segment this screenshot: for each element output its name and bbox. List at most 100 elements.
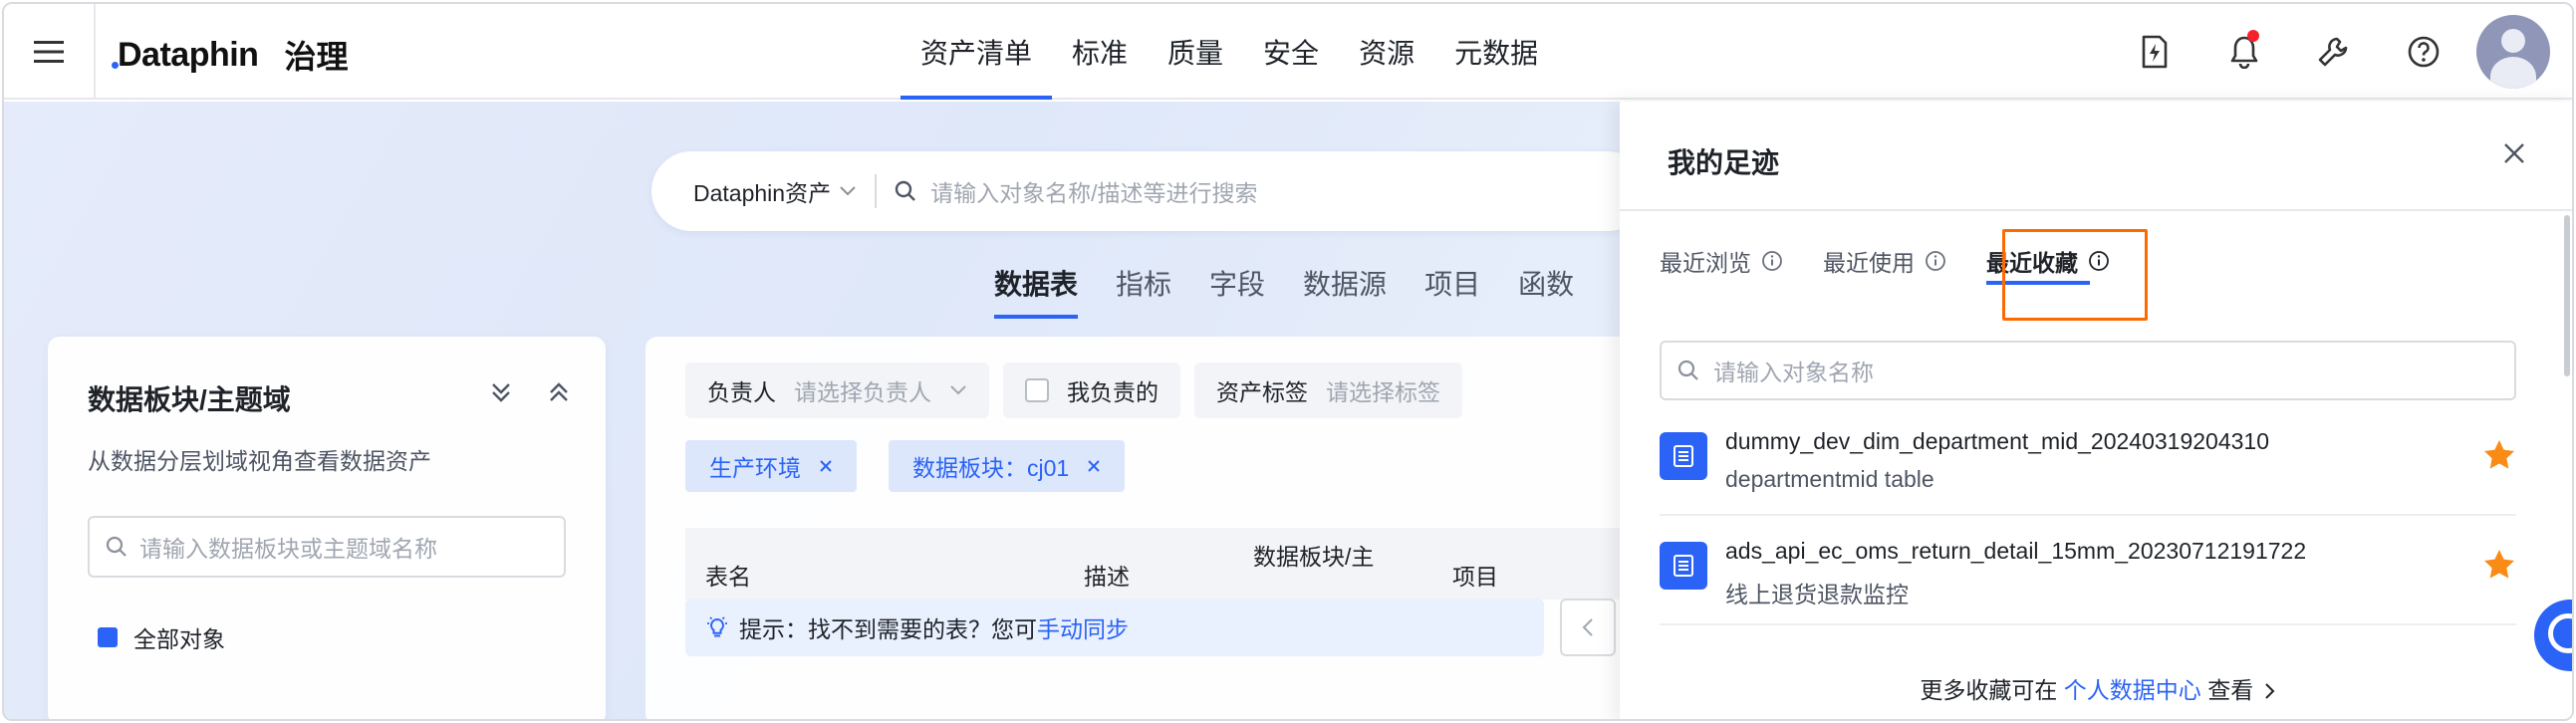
chevron-left-icon <box>1582 618 1593 636</box>
column-header-domain: 数据板块/主 <box>1253 544 1375 570</box>
footer-text-suffix: 查看 <box>2207 677 2254 703</box>
nav-item-metadata[interactable]: 元数据 <box>1434 4 1558 100</box>
drawer-scrollbar[interactable] <box>2564 215 2570 376</box>
expand-all-icon[interactable] <box>548 380 570 404</box>
star-filled-icon[interactable] <box>2482 438 2516 472</box>
highlight-box <box>2002 229 2148 321</box>
favorite-item-description: departmentmid table <box>1725 466 1934 492</box>
chevron-down-icon <box>950 385 966 395</box>
owner-filter[interactable]: 负责人 请选择负责人 <box>685 362 989 418</box>
favorite-item-name: ads_api_ec_oms_return_detail_15mm_202307… <box>1725 538 2307 564</box>
tools-button[interactable] <box>2289 4 2379 100</box>
asset-search-bar: Dataphin资产 请输入对象名称/描述等进行搜索 <box>651 151 1648 231</box>
favorites-search-placeholder: 请输入对象名称 <box>1713 360 1874 385</box>
domain-panel-actions <box>490 380 570 404</box>
tab-field[interactable]: 字段 <box>1190 263 1284 323</box>
drawer-footer: 更多收藏可在 个人数据中心 查看 <box>1620 671 2572 705</box>
nav-item-standard[interactable]: 标准 <box>1052 4 1148 100</box>
close-icon <box>2504 143 2524 163</box>
filter-chip-label: 生产环境 <box>709 455 801 481</box>
column-header-project: 项目 <box>1452 564 1498 590</box>
domain-panel-description: 从数据分层划域视角查看数据资产 <box>88 448 431 474</box>
notification-button[interactable] <box>2199 4 2289 100</box>
manual-sync-link[interactable]: 手动同步 <box>1037 610 1129 644</box>
mine-checkbox[interactable] <box>1025 378 1049 402</box>
favorite-item-description: 线上退货退款监控 <box>1725 582 1909 607</box>
owner-filter-label: 负责人 <box>707 379 776 405</box>
table-icon <box>1660 542 1707 590</box>
domain-panel: 数据板块/主题域 从数据分层划域视角查看数据资产 请输入数据板块或主题域名称 全… <box>48 337 606 719</box>
hamburger-menu-button[interactable] <box>4 4 96 100</box>
drawer-close-button[interactable] <box>2502 141 2526 170</box>
divider <box>1620 209 2572 211</box>
favorite-item-name: dummy_dev_dim_department_mid_20240319204… <box>1725 428 2269 454</box>
owner-filter-placeholder: 请选择负责人 <box>794 379 931 405</box>
asset-list-panel: 负责人 请选择负责人 我负责的 资产标签 请选择标签 生产环境 数据板块：cj0… <box>645 337 1642 719</box>
filter-row: 负责人 请选择负责人 我负责的 资产标签 请选择标签 <box>685 362 1462 418</box>
favorite-item[interactable]: ads_api_ec_oms_return_detail_15mm_202307… <box>1660 528 2516 627</box>
module-name: 治理 <box>284 39 349 75</box>
tag-filter[interactable]: 资产标签 请选择标签 <box>1194 362 1462 418</box>
tab-table[interactable]: 数据表 <box>975 263 1097 323</box>
star-filled-icon[interactable] <box>2482 548 2516 582</box>
my-footprint-drawer: 我的足迹 最近浏览 最近使用 最近收藏 请输入对象名称 dummy_dev_di… <box>1620 102 2572 719</box>
brand[interactable]: Dataphin 治理 <box>111 32 349 78</box>
personal-data-center-link[interactable]: 个人数据中心 <box>2064 677 2201 703</box>
mine-filter[interactable]: 我负责的 <box>1003 362 1180 418</box>
tip-text: 提示：找不到需要的表？您可 <box>739 616 1037 642</box>
brand-logo: Dataphin <box>111 35 259 74</box>
domain-search-placeholder: 请输入数据板块或主题域名称 <box>139 536 437 562</box>
nav-item-asset-list[interactable]: 资产清单 <box>901 4 1053 100</box>
top-right-tools <box>2110 4 2572 100</box>
app-window: Dataphin 治理 资产清单 标准 质量 安全 资源 元数据 Dataphi… <box>2 2 2574 721</box>
table-icon <box>1660 432 1707 480</box>
collapse-all-icon[interactable] <box>490 380 512 404</box>
asset-scope-select[interactable]: Dataphin资产 <box>651 174 857 208</box>
divider <box>1660 623 2516 625</box>
tab-recent-viewed[interactable]: 最近浏览 <box>1660 241 1801 281</box>
asset-search-input[interactable]: 请输入对象名称/描述等进行搜索 <box>930 174 1257 208</box>
prev-page-button[interactable] <box>1560 599 1616 656</box>
mine-checkbox-label: 我负责的 <box>1067 379 1159 405</box>
nav-item-resource[interactable]: 资源 <box>1339 4 1434 100</box>
asset-scope-label: Dataphin资产 <box>693 180 832 206</box>
tag-filter-label: 资产标签 <box>1216 379 1308 405</box>
tab-metric[interactable]: 指标 <box>1097 263 1190 323</box>
wrench-icon <box>2318 37 2348 67</box>
tab-label: 最近使用 <box>1823 250 1915 276</box>
divider <box>875 174 878 208</box>
domain-search-input[interactable]: 请输入数据板块或主题域名称 <box>88 516 566 578</box>
folder-icon <box>98 627 118 647</box>
lightbulb-icon <box>707 616 727 637</box>
tab-recent-used[interactable]: 最近使用 <box>1823 241 1964 281</box>
tab-function[interactable]: 函数 <box>1499 263 1593 323</box>
top-navigation-bar: Dataphin 治理 资产清单 标准 质量 安全 资源 元数据 <box>4 4 2572 100</box>
favorites-search-input[interactable]: 请输入对象名称 <box>1660 341 2516 400</box>
tab-project[interactable]: 项目 <box>1406 263 1499 323</box>
tip-bar: 提示：找不到需要的表？您可 手动同步 <box>685 599 1544 656</box>
help-button[interactable] <box>2379 4 2468 100</box>
user-avatar[interactable] <box>2476 15 2550 89</box>
info-icon <box>1762 251 1782 271</box>
lightning-file-button[interactable] <box>2110 4 2199 100</box>
chevron-right-icon[interactable] <box>2264 682 2276 700</box>
filter-chip: 生产环境 <box>685 440 857 492</box>
nav-item-security[interactable]: 安全 <box>1243 4 1339 100</box>
search-icon <box>106 536 127 557</box>
filter-chip-label: 数据板块：cj01 <box>912 455 1070 481</box>
close-icon[interactable] <box>819 459 833 473</box>
search-icon <box>1677 360 1698 380</box>
tree-item-all-objects[interactable]: 全部对象 <box>96 625 225 649</box>
search-icon <box>895 180 915 201</box>
asset-type-tabs: 数据表 指标 字段 数据源 项目 函数 <box>975 263 1593 323</box>
column-header-description: 描述 <box>1084 564 1130 590</box>
tab-label: 最近浏览 <box>1660 250 1751 276</box>
main-nav: 资产清单 标准 质量 安全 资源 元数据 <box>901 4 1558 100</box>
close-icon[interactable] <box>1087 459 1101 473</box>
lightning-file-icon <box>2142 35 2168 69</box>
floating-assistant-button[interactable] <box>2534 600 2572 671</box>
nav-item-quality[interactable]: 质量 <box>1148 4 1243 100</box>
tab-datasource[interactable]: 数据源 <box>1284 263 1406 323</box>
table-header: 表名 描述 数据板块/主 项目 <box>685 528 1622 600</box>
favorite-item[interactable]: dummy_dev_dim_department_mid_20240319204… <box>1660 418 2516 518</box>
